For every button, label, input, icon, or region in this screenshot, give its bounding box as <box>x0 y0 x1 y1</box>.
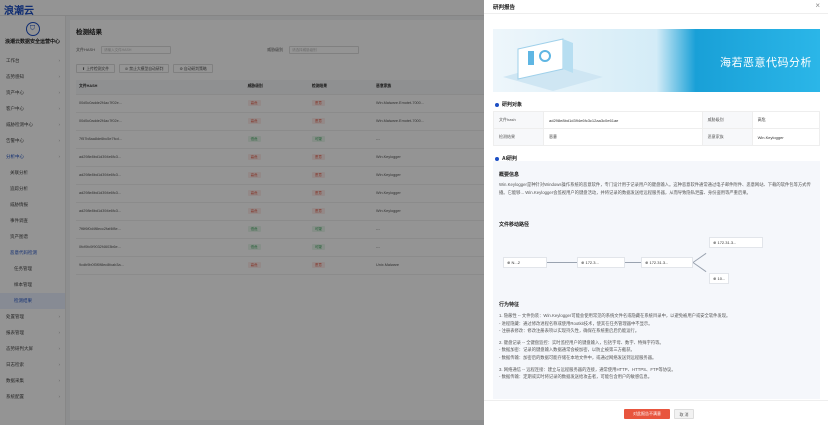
target-info-table: 文件hash ad298e8bd1d394e6fc3c12aa3c0e61ae … <box>493 111 821 146</box>
bullet-icon <box>495 156 499 161</box>
close-icon[interactable]: × <box>815 1 820 10</box>
path-title: 文件移动路径 <box>499 222 530 228</box>
behavior-item: - 数据传输：加密后的数据可能存储在本地文件中，或通过网络发送到远程服务器。 <box>499 354 657 360</box>
modal-overlay[interactable] <box>0 0 484 425</box>
drawer-title: 研判报告 <box>493 5 516 11</box>
behavior-item: 3. 网络通信 -- 远程连接：建立与远程服务器的连接，通常使用HTTP、HTT… <box>499 366 676 372</box>
path-node-label: 172.3... <box>585 260 599 265</box>
behavior-item: - 注册表修改：修改注册表项以实现持久性，确保在系统重启后仍能运行。 <box>499 328 640 334</box>
path-node[interactable]: ⊕ N...2 <box>503 257 547 268</box>
path-edge <box>625 262 641 263</box>
path-node-label: 10... <box>717 276 726 281</box>
result-value: 恶意 <box>543 128 703 146</box>
family-label: 恶意家族 <box>701 128 753 146</box>
report-banner: 海若恶意代码分析 <box>493 29 820 92</box>
banner-title: 海若恶意代码分析 <box>720 57 812 69</box>
behavior-title: 行为特征 <box>499 302 520 308</box>
path-node-label: 172.31.3... <box>649 260 669 265</box>
path-node[interactable]: ⊕ 172.3... <box>577 257 625 268</box>
level-value: 高危 <box>751 111 821 129</box>
path-node[interactable]: ⊕ 172.31.3... <box>641 257 693 268</box>
bullet-icon <box>495 102 499 107</box>
hash-label: 文件hash <box>493 111 544 129</box>
ai-report: 概要信息 Win.Keylogger是种针对Windows操作系统的恶意软件，专… <box>493 161 820 399</box>
path-edge <box>692 262 707 273</box>
overview-title: 概要信息 <box>499 172 520 178</box>
behavior-item: - 数据传输：定期或实时将记录的数据发送给攻击者，可能包含用户的敏感信息。 <box>499 374 653 380</box>
path-node-label: 172.31.3... <box>717 240 737 245</box>
family-value: Win.Keylogger <box>751 128 821 146</box>
banner-illustration <box>503 38 603 91</box>
dissatisfied-button[interactable]: 对此报告不满意 <box>624 409 670 419</box>
behavior-item: - 进程隐藏：通过修改进程名称或使用Rootkit技术，使其在任务管理器中不显示… <box>499 320 653 326</box>
path-edge <box>547 262 577 263</box>
cancel-button[interactable]: 取 消 <box>674 409 694 419</box>
level-label: 威胁级别 <box>701 111 753 129</box>
hash-value: ad298e8bd1d394e6fc3c12aa3c0e61ae <box>543 111 703 129</box>
path-node[interactable]: ⊕ 172.31.3... <box>709 237 763 248</box>
behavior-item: 1. 隐蔽性 -- 文件伪装：Win.Keylogger可能会使用常见的系统文件… <box>499 313 731 318</box>
app-root: 浪潮云 ⛉ 浪潮云数据安全运营中心 工作台 › 态势感知 › 资产中心 › 客户中心 › 威胁检… <box>0 0 828 425</box>
behavior-list: 1. 隐蔽性 -- 文件伪装：Win.Keylogger可能会使用常见的系统文件… <box>499 312 815 381</box>
overview-text: Win.Keylogger是种针对Windows操作系统的恶意软件，专门设计用于… <box>499 182 811 195</box>
report-drawer: 研判报告 × 海若恶意代码分析 研判对象 文件hash ad298e8bd1d3… <box>484 0 828 425</box>
target-section-header: 研判对象 <box>495 101 522 108</box>
target-section-title: 研判对象 <box>502 102 523 108</box>
drawer-footer: 对此报告不满意 取 消 <box>484 400 828 425</box>
path-node[interactable]: ⊕ 10... <box>709 273 729 284</box>
behavior-item: 2. 键盘记录 -- 全键盘监控：实时监控用户的键盘输入，包括字母、数字、特殊字… <box>499 339 664 345</box>
path-edge <box>692 252 707 263</box>
drawer-header: 研判报告 × <box>484 0 828 14</box>
path-node-label: N...2 <box>511 260 520 265</box>
behavior-item: - 数据加密：记录的键盘输入数据通常会被加密，以防止被第三方截获。 <box>499 347 635 353</box>
result-label: 检测结果 <box>493 128 544 146</box>
